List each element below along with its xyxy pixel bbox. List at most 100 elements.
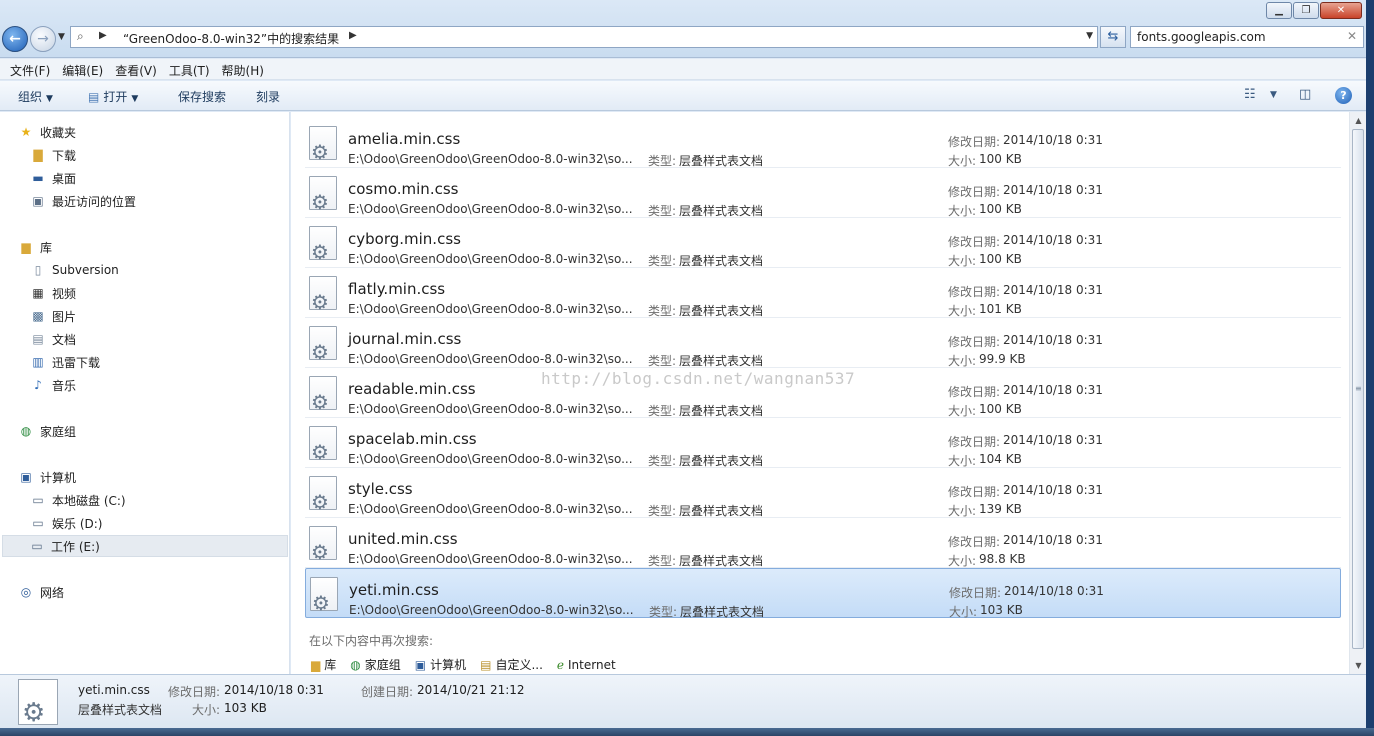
modified-label: 修改日期: bbox=[948, 135, 1001, 149]
open-button[interactable]: ▤ 打开 ▼ bbox=[88, 88, 138, 105]
internet-explorer-icon: ℯ bbox=[556, 657, 565, 672]
file-type: 层叠样式表文档 bbox=[680, 605, 765, 619]
help-icon[interactable]: ? bbox=[1335, 87, 1352, 104]
nav-homegroup[interactable]: ◍ 家庭组 bbox=[18, 420, 76, 442]
nav-drive-d[interactable]: ▭ 娱乐 (D:) bbox=[30, 512, 102, 534]
size-label: 大小: bbox=[948, 554, 977, 568]
search-again-custom[interactable]: ▤ 自定义... bbox=[480, 656, 543, 673]
file-path: E:\Odoo\GreenOdoo\GreenOdoo-8.0-win32\so… bbox=[349, 603, 634, 617]
close-button[interactable]: ✕ bbox=[1320, 2, 1362, 19]
file-path: E:\Odoo\GreenOdoo\GreenOdoo-8.0-win32\so… bbox=[348, 352, 633, 366]
file-modified: 2014/10/18 0:31 bbox=[1003, 233, 1103, 247]
search-again-homegroup[interactable]: ◍ 家庭组 bbox=[350, 656, 401, 673]
downloads-icon: ▥ bbox=[32, 355, 44, 369]
nav-downloads[interactable]: ▇ 下载 bbox=[30, 144, 76, 166]
preview-pane-icon[interactable]: ◫ bbox=[1299, 87, 1311, 102]
nav-music[interactable]: ♪ 音乐 bbox=[30, 374, 76, 396]
scroll-down-arrow[interactable]: ▼ bbox=[1350, 657, 1367, 674]
css-file-icon: ⚙ bbox=[309, 426, 337, 462]
file-type: 层叠样式表文档 bbox=[679, 504, 764, 518]
search-input[interactable] bbox=[1131, 27, 1331, 47]
nav-pictures[interactable]: ▩ 图片 bbox=[30, 305, 76, 327]
file-row[interactable]: ⚙ flatly.min.css E:\Odoo\GreenOdoo\Green… bbox=[305, 268, 1341, 318]
css-file-icon: ⚙ bbox=[309, 126, 337, 162]
nav-label: 计算机 bbox=[40, 470, 77, 485]
address-dropdown[interactable]: ▼ bbox=[1086, 31, 1093, 41]
view-dropdown-icon[interactable]: ▼ bbox=[1270, 90, 1277, 100]
nav-drive-c[interactable]: ▭ 本地磁盘 (C:) bbox=[30, 489, 125, 511]
file-path: E:\Odoo\GreenOdoo\GreenOdoo-8.0-win32\so… bbox=[348, 152, 633, 166]
file-type: 层叠样式表文档 bbox=[679, 454, 764, 468]
nav-thunder-downloads[interactable]: ▥ 迅雷下载 bbox=[30, 351, 100, 373]
refresh-button[interactable]: ⇆ bbox=[1100, 26, 1126, 48]
file-row[interactable]: ⚙ united.min.css E:\Odoo\GreenOdoo\Green… bbox=[305, 518, 1341, 568]
css-file-icon: ⚙ bbox=[309, 176, 337, 212]
menu-view[interactable]: 查看(V) bbox=[109, 59, 163, 79]
clear-search-icon[interactable]: ✕ bbox=[1347, 29, 1357, 43]
search-box[interactable]: ✕ bbox=[1130, 26, 1364, 48]
menu-help[interactable]: 帮助(H) bbox=[216, 59, 270, 79]
css-file-icon: ⚙ bbox=[309, 276, 337, 312]
css-file-icon: ⚙ bbox=[18, 679, 58, 728]
details-modified: 2014/10/18 0:31 bbox=[224, 683, 324, 697]
chevron-right-icon[interactable]: ▶ bbox=[99, 30, 107, 41]
caret-down-icon: ▼ bbox=[46, 94, 53, 104]
nav-subversion[interactable]: ▯ Subversion bbox=[30, 259, 119, 281]
file-type: 层叠样式表文档 bbox=[679, 354, 764, 368]
nav-desktop[interactable]: ▬ 桌面 bbox=[30, 167, 76, 189]
nav-computer[interactable]: ▣ 计算机 bbox=[18, 466, 76, 488]
nav-label: Subversion bbox=[52, 263, 119, 277]
view-options-icon[interactable]: ☷ bbox=[1244, 87, 1256, 102]
type-label: 类型: bbox=[648, 554, 677, 568]
nav-drive-e[interactable]: ▭ 工作 (E:) bbox=[2, 535, 288, 557]
address-path[interactable]: “GreenOdoo-8.0-win32”中的搜索结果 bbox=[123, 30, 339, 47]
search-again-internet[interactable]: ℯ Internet bbox=[557, 656, 616, 673]
back-button[interactable]: ← bbox=[2, 26, 28, 52]
library-icon: ▆ bbox=[311, 657, 321, 672]
size-label: 大小: bbox=[948, 254, 977, 268]
forward-button[interactable]: → bbox=[30, 26, 56, 52]
file-row[interactable]: ⚙ cyborg.min.css E:\Odoo\GreenOdoo\Green… bbox=[305, 218, 1341, 268]
file-name: yeti.min.css bbox=[349, 581, 439, 599]
minimize-button[interactable]: ▁ bbox=[1266, 2, 1292, 19]
star-icon: ★ bbox=[20, 125, 32, 139]
gear-icon: ⚙ bbox=[22, 698, 46, 728]
recent-pages-dropdown[interactable]: ▼ bbox=[58, 32, 65, 42]
nav-documents[interactable]: ▤ 文档 bbox=[30, 328, 76, 350]
save-search-button[interactable]: 保存搜索 bbox=[178, 88, 226, 105]
organize-button[interactable]: 组织 ▼ bbox=[18, 88, 53, 105]
nav-videos[interactable]: ▦ 视频 bbox=[30, 282, 76, 304]
file-name: united.min.css bbox=[348, 530, 458, 548]
css-file-icon: ⚙ bbox=[309, 326, 337, 362]
search-again-computer[interactable]: ▣ 计算机 bbox=[415, 656, 466, 673]
file-size: 103 KB bbox=[980, 603, 1023, 617]
menu-tools[interactable]: 工具(T) bbox=[163, 59, 216, 79]
vertical-scrollbar[interactable]: ▲ ≡ ▼ bbox=[1349, 112, 1366, 674]
address-bar[interactable]: ⌕ ▶ “GreenOdoo-8.0-win32”中的搜索结果 ▶ ▼ bbox=[70, 26, 1098, 48]
menu-file[interactable]: 文件(F) bbox=[4, 59, 56, 79]
file-row[interactable]: ⚙ journal.min.css E:\Odoo\GreenOdoo\Gree… bbox=[305, 318, 1341, 368]
nav-network[interactable]: ◎ 网络 bbox=[18, 581, 64, 603]
nav-label: 家庭组 bbox=[40, 424, 77, 439]
menu-edit[interactable]: 编辑(E) bbox=[56, 59, 109, 79]
nav-libraries[interactable]: ▆ 库 bbox=[18, 236, 52, 258]
chevron-right-icon[interactable]: ▶ bbox=[349, 30, 357, 41]
file-row-selected[interactable]: ⚙ yeti.min.css E:\Odoo\GreenOdoo\GreenOd… bbox=[305, 568, 1341, 619]
file-row[interactable]: ⚙ amelia.min.css E:\Odoo\GreenOdoo\Green… bbox=[305, 118, 1341, 168]
nav-label: 文档 bbox=[52, 332, 77, 347]
file-row[interactable]: ⚙ spacelab.min.css E:\Odoo\GreenOdoo\Gre… bbox=[305, 418, 1341, 468]
search-again-libraries[interactable]: ▆ 库 bbox=[311, 656, 336, 673]
scroll-up-arrow[interactable]: ▲ bbox=[1350, 112, 1367, 129]
file-row[interactable]: ⚙ style.css E:\Odoo\GreenOdoo\GreenOdoo-… bbox=[305, 468, 1341, 518]
size-label: 大小: bbox=[948, 204, 977, 218]
maximize-button[interactable]: ❐ bbox=[1293, 2, 1319, 19]
file-row[interactable]: ⚙ cosmo.min.css E:\Odoo\GreenOdoo\GreenO… bbox=[305, 168, 1341, 218]
scroll-thumb[interactable]: ≡ bbox=[1352, 129, 1364, 649]
search-icon: ⌕ bbox=[77, 29, 84, 43]
file-size: 100 KB bbox=[979, 202, 1022, 216]
burn-button[interactable]: 刻录 bbox=[256, 88, 280, 105]
nav-recent-places[interactable]: ▣ 最近访问的位置 bbox=[30, 190, 136, 212]
nav-favorites[interactable]: ★ 收藏夹 bbox=[18, 121, 76, 143]
css-file-icon: ⚙ bbox=[309, 376, 337, 412]
size-label: 大小: bbox=[948, 504, 977, 518]
